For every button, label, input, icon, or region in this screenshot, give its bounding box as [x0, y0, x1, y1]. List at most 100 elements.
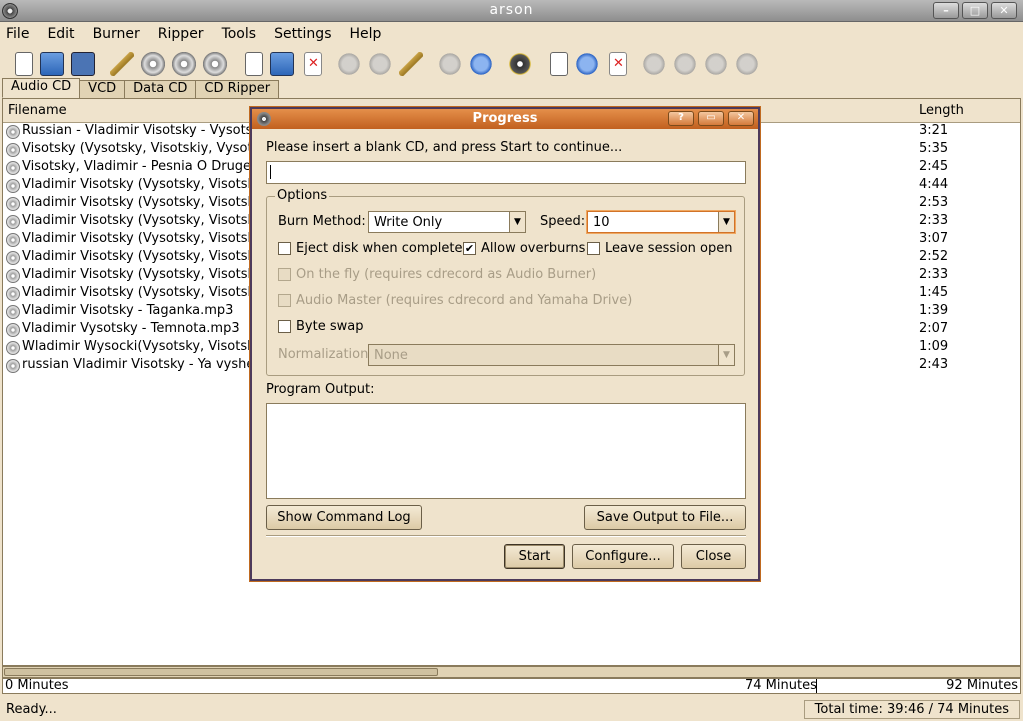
capacity-92-label: 92 Minutes [946, 678, 1018, 693]
audio-file-icon [6, 197, 20, 211]
dialog-help-button[interactable]: ? [668, 111, 694, 126]
copy-disc-icon[interactable] [172, 52, 196, 76]
list-icon[interactable] [368, 52, 392, 76]
cd-info-icon[interactable] [508, 52, 532, 76]
new-file-icon[interactable] [245, 52, 263, 76]
menu-edit[interactable]: Edit [47, 22, 82, 46]
horizontal-scrollbar[interactable] [2, 666, 1021, 678]
dialog-divider [266, 535, 746, 537]
file-name: Vladimir Visotsky (Vysotsky, Visotskiy [22, 285, 250, 300]
file-length: 2:45 [919, 159, 949, 174]
program-output-area[interactable] [266, 403, 746, 499]
file-length: 1:09 [919, 339, 949, 354]
audio-master-label: Audio Master (requires cdrecord and Yama… [296, 293, 633, 308]
file-length: 3:21 [919, 123, 949, 138]
menu-tools[interactable]: Tools [222, 22, 265, 46]
add-folder-icon[interactable] [270, 52, 294, 76]
total-time: Total time: 39:46 / 74 Minutes [803, 700, 1020, 719]
audio-file-icon [6, 341, 20, 355]
byteswap-checkbox[interactable] [278, 320, 291, 333]
audio-file-icon [6, 215, 20, 229]
edit-pencil-icon[interactable] [399, 52, 423, 76]
settings-wrench-icon[interactable] [110, 52, 134, 76]
capacity-bar: 0 Minutes 74 Minutes 92 Minutes [2, 678, 1021, 694]
audio-file-icon [6, 305, 20, 319]
tab-cd-ripper[interactable]: CD Ripper [195, 80, 280, 98]
file-length: 2:52 [919, 249, 949, 264]
tab-data-cd[interactable]: Data CD [124, 80, 197, 98]
move-down-icon[interactable] [469, 52, 493, 76]
file-length: 4:44 [919, 177, 949, 192]
column-filename[interactable]: Filename [8, 103, 67, 118]
leave-session-checkbox[interactable] [587, 242, 600, 255]
audio-file-icon [6, 323, 20, 337]
start-button[interactable]: Start [504, 544, 565, 569]
open-folder-icon[interactable] [40, 52, 64, 76]
show-command-log-button[interactable]: Show Command Log [266, 505, 422, 530]
audio-file-icon [6, 251, 20, 265]
tab-vcd[interactable]: VCD [79, 80, 126, 98]
chevron-down-icon: ▼ [509, 212, 525, 232]
menu-file[interactable]: File [6, 22, 37, 46]
configure-button[interactable]: Configure... [572, 544, 674, 569]
file-length: 1:45 [919, 285, 949, 300]
dialog-close-x-button[interactable]: ✕ [728, 111, 754, 126]
file-name: Visotsky (Vysotsky, Visotskiy, Vysotsky [22, 141, 250, 156]
eraser-icon[interactable] [609, 52, 627, 76]
lock-icon[interactable] [575, 52, 599, 76]
audio-file-icon [6, 143, 20, 157]
audio-file-icon [6, 179, 20, 193]
blank-page-icon[interactable] [550, 52, 568, 76]
maximize-button[interactable]: □ [962, 2, 988, 19]
menu-help[interactable]: Help [349, 22, 389, 46]
checklist-icon [704, 52, 728, 76]
chevron-down-icon: ▼ [718, 212, 734, 232]
file-name: Wladimir Wysocki(Vysotsky, Visotskiy, [22, 339, 250, 354]
capacity-start: 0 Minutes [5, 678, 69, 693]
open-archive-icon[interactable] [337, 52, 361, 76]
speed-select[interactable]: 10 ▼ [587, 211, 735, 233]
move-up-icon[interactable] [438, 52, 462, 76]
program-output-label: Program Output: [266, 382, 375, 397]
minimize-button[interactable]: – [933, 2, 959, 19]
file-length: 2:43 [919, 357, 949, 372]
dialog-maximize-button[interactable]: ▭ [698, 111, 724, 126]
toolbar [0, 46, 1023, 82]
close-button[interactable]: Close [681, 544, 746, 569]
save-output-button[interactable]: Save Output to File... [584, 505, 746, 530]
text-cursor [270, 165, 271, 179]
byteswap-label: Byte swap [296, 319, 364, 334]
close-window-button[interactable]: ✕ [991, 2, 1017, 19]
file-length: 5:35 [919, 141, 949, 156]
file-name: Visotsky, Vladimir - Pesnia O Druge.mp3 [22, 159, 250, 174]
burn-method-label: Burn Method: [278, 214, 366, 229]
edit-icon [673, 52, 697, 76]
column-length[interactable]: Length [919, 103, 964, 118]
insert-cd-message: Please insert a blank CD, and press Star… [266, 140, 623, 155]
file-name: Vladimir Visotsky (Vysotsky, Visotskiy [22, 195, 250, 210]
audio-file-icon [6, 287, 20, 301]
file-name: russian Vladimir Visotsky - Ya vyshel [22, 357, 250, 372]
menu-ripper[interactable]: Ripper [158, 22, 212, 46]
speed-label: Speed: [540, 214, 586, 229]
erase-disc-icon[interactable] [203, 52, 227, 76]
new-document-icon[interactable] [15, 52, 33, 76]
audio-file-icon [6, 233, 20, 247]
scrollbar-thumb[interactable] [4, 668, 438, 676]
tab-audio-cd[interactable]: Audio CD [2, 78, 81, 98]
file-length: 3:07 [919, 231, 949, 246]
menu-burner[interactable]: Burner [93, 22, 148, 46]
menu-settings[interactable]: Settings [274, 22, 339, 46]
burn-disc-icon[interactable] [141, 52, 165, 76]
progress-dialog: Progress ? ▭ ✕ Please insert a blank CD,… [250, 107, 760, 581]
file-name: Vladimir Visotsky (Vysotsky, Visotskiy [22, 177, 250, 192]
remove-file-icon[interactable] [304, 52, 322, 76]
burn-method-select[interactable]: Write Only ▼ [368, 211, 526, 233]
eject-checkbox[interactable] [278, 242, 291, 255]
save-icon[interactable] [71, 52, 95, 76]
overburn-checkbox[interactable]: ✔ [463, 242, 476, 255]
progress-text-field[interactable] [266, 161, 746, 184]
file-length: 2:33 [919, 267, 949, 282]
key-icon [642, 52, 666, 76]
overburn-label: Allow overburns [481, 241, 586, 256]
